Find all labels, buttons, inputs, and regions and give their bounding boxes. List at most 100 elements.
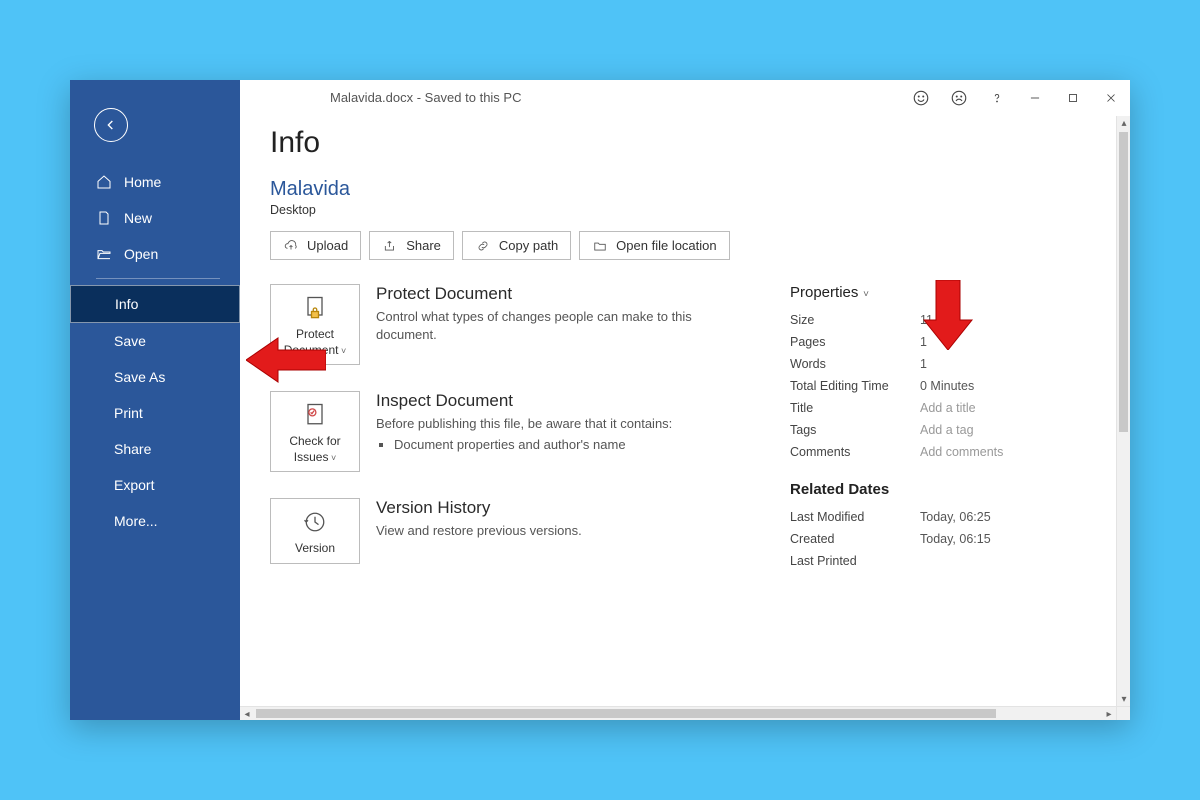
horizontal-scrollbar[interactable]: ◂ ▸ (240, 706, 1116, 720)
close-button[interactable] (1092, 80, 1130, 116)
button-label: Open file location (616, 238, 716, 253)
sidebar-item-open[interactable]: Open (70, 236, 240, 272)
copy-path-button[interactable]: Copy path (462, 231, 571, 260)
property-row-size: Size11.6KB (790, 309, 1096, 331)
sidebar-item-home[interactable]: Home (70, 164, 240, 200)
property-row-tags[interactable]: TagsAdd a tag (790, 419, 1096, 441)
property-row-title[interactable]: TitleAdd a title (790, 397, 1096, 419)
main-scroll-area: Info Malavida Desktop Upload Share Copy … (240, 116, 1130, 720)
button-label-line2: Document (284, 343, 339, 357)
open-file-location-button[interactable]: Open file location (579, 231, 729, 260)
property-row-comments[interactable]: CommentsAdd comments (790, 441, 1096, 463)
chevron-down-icon: ˅ (338, 346, 346, 356)
properties-heading: Properties (790, 284, 858, 301)
button-label: Share (406, 238, 441, 253)
sidebar-item-label: Open (124, 246, 158, 262)
maximize-button[interactable] (1054, 80, 1092, 116)
document-icon (96, 210, 112, 226)
feedback-sad-button[interactable] (940, 80, 978, 116)
block-title: Protect Document (376, 284, 750, 304)
property-row-editing-time: Total Editing Time0 Minutes (790, 375, 1096, 397)
sidebar-item-label: New (124, 210, 152, 226)
history-icon (301, 508, 329, 536)
action-row: Upload Share Copy path Open file locatio… (270, 231, 1096, 260)
property-row-printed: Last Printed (790, 550, 1096, 572)
arrow-left-icon (103, 117, 119, 133)
app-window: Home New Open Info Save Save As Print Sh… (70, 80, 1130, 720)
sidebar-item-label: Home (124, 174, 161, 190)
checklist-icon (301, 401, 329, 429)
frown-icon (950, 89, 968, 107)
document-name[interactable]: Malavida (270, 178, 1096, 201)
feedback-happy-button[interactable] (902, 80, 940, 116)
minimize-icon (1028, 91, 1042, 105)
titlebar: Malavida.docx - Saved to this PC (240, 80, 1130, 116)
vertical-scrollbar[interactable]: ▴ ▾ (1116, 116, 1130, 706)
scrollbar-corner (1116, 706, 1130, 720)
sidebar-item-info[interactable]: Info (70, 285, 240, 323)
folder-icon (592, 239, 608, 253)
scroll-up-arrow[interactable]: ▴ (1117, 116, 1130, 130)
button-label-line1: Check for (289, 434, 340, 448)
scroll-right-arrow[interactable]: ▸ (1102, 707, 1116, 720)
sidebar-item-label: Save As (114, 369, 165, 385)
sidebar-separator (96, 278, 220, 279)
protect-document-block: Protect Document ˅ Protect Document Cont… (270, 284, 750, 365)
inspect-item: Document properties and author's name (394, 437, 672, 452)
share-button[interactable]: Share (369, 231, 454, 260)
block-title: Inspect Document (376, 391, 672, 411)
property-row-pages: Pages1 (790, 331, 1096, 353)
block-desc: Before publishing this file, be aware th… (376, 415, 672, 433)
block-title: Version History (376, 498, 582, 518)
property-row-words: Words1 (790, 353, 1096, 375)
close-icon (1104, 91, 1118, 105)
help-button[interactable] (978, 80, 1016, 116)
related-dates-heading: Related Dates (790, 481, 1096, 498)
sidebar-item-more[interactable]: More... (70, 503, 240, 539)
backstage-sidebar: Home New Open Info Save Save As Print Sh… (70, 80, 240, 720)
scroll-left-arrow[interactable]: ◂ (240, 707, 254, 720)
window-controls (902, 80, 1130, 116)
folder-open-icon (96, 246, 112, 262)
scroll-down-arrow[interactable]: ▾ (1117, 692, 1130, 706)
sidebar-item-share[interactable]: Share (70, 431, 240, 467)
home-icon (96, 174, 112, 190)
scroll-thumb[interactable] (1119, 132, 1128, 432)
sidebar-item-new[interactable]: New (70, 200, 240, 236)
block-desc: View and restore previous versions. (376, 522, 582, 540)
version-history-block: Version Version History View and restore… (270, 498, 750, 564)
maximize-icon (1066, 91, 1080, 105)
button-label: Copy path (499, 238, 558, 253)
protect-document-button[interactable]: Protect Document ˅ (270, 284, 360, 365)
sidebar-item-label: Info (115, 296, 138, 312)
button-label-line1: Version (295, 541, 335, 555)
sidebar-item-export[interactable]: Export (70, 467, 240, 503)
property-row-modified: Last ModifiedToday, 06:25 (790, 506, 1096, 528)
document-title: Malavida.docx - Saved to this PC (330, 90, 521, 105)
version-history-button[interactable]: Version (270, 498, 360, 564)
check-for-issues-button[interactable]: Check for Issues ˅ (270, 391, 360, 472)
share-icon (382, 239, 398, 253)
smile-icon (912, 89, 930, 107)
cloud-upload-icon (283, 239, 299, 253)
sidebar-item-label: Share (114, 441, 151, 457)
sidebar-item-save-as[interactable]: Save As (70, 359, 240, 395)
sidebar-item-label: Save (114, 333, 146, 349)
button-label-line2: Issues (294, 450, 329, 464)
chevron-down-icon: ˅ (328, 453, 336, 463)
property-row-created: CreatedToday, 06:15 (790, 528, 1096, 550)
sidebar-item-label: More... (114, 513, 158, 529)
properties-dropdown[interactable]: Properties ˅ (790, 284, 1096, 301)
lock-document-icon (301, 294, 329, 322)
sidebar-item-print[interactable]: Print (70, 395, 240, 431)
inspect-document-block: Check for Issues ˅ Inspect Document Befo… (270, 391, 750, 472)
sidebar-item-label: Print (114, 405, 143, 421)
sidebar-item-label: Export (114, 477, 154, 493)
upload-button[interactable]: Upload (270, 231, 361, 260)
back-button[interactable] (94, 108, 128, 142)
minimize-button[interactable] (1016, 80, 1054, 116)
scroll-thumb[interactable] (256, 709, 996, 718)
sidebar-item-save[interactable]: Save (70, 323, 240, 359)
help-icon (990, 91, 1004, 105)
button-label-line1: Protect (296, 327, 334, 341)
